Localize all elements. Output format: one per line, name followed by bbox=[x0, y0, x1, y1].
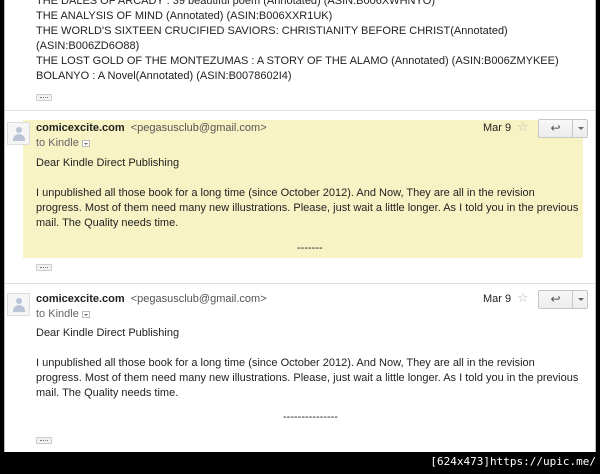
greeting: Dear Kindle Direct Publishing bbox=[36, 327, 180, 339]
sender[interactable]: comicexcite.com <pegasusclub@gmail.com> bbox=[36, 293, 267, 305]
recipient-line[interactable]: to Kindle bbox=[36, 308, 90, 320]
prev-line: THE DALES OF ARCADY : 39 beautiful poem … bbox=[36, 0, 436, 7]
show-trimmed-content-button[interactable] bbox=[36, 262, 52, 274]
reply-arrow-icon: ↩ bbox=[550, 292, 561, 306]
sender-email: <pegasusclub@gmail.com> bbox=[130, 293, 267, 305]
message-date: Mar 9 bbox=[483, 122, 512, 134]
prev-line: (ASIN:B006ZD6O88) bbox=[36, 40, 140, 52]
reply-button[interactable]: ↩ bbox=[539, 291, 573, 308]
previous-message-body: THE DALES OF ARCADY : 39 beautiful poem … bbox=[36, 0, 586, 84]
message-body: Dear Kindle Direct Publishing I unpublis… bbox=[36, 326, 581, 401]
body-paragraph: I unpublished all those book for a long … bbox=[36, 187, 579, 229]
more-actions-button[interactable] bbox=[573, 120, 588, 137]
sender[interactable]: comicexcite.com <pegasusclub@gmail.com> bbox=[36, 122, 267, 134]
reply-button-group: ↩ bbox=[538, 290, 588, 309]
details-dropdown-icon[interactable] bbox=[81, 311, 90, 318]
avatar bbox=[7, 293, 30, 316]
star-icon[interactable]: ☆ bbox=[517, 119, 529, 135]
recipient-line[interactable]: to Kindle bbox=[36, 137, 90, 149]
body-paragraph: I unpublished all those book for a long … bbox=[36, 357, 579, 399]
message-date: Mar 9 bbox=[483, 293, 512, 305]
message-1: comicexcite.com <pegasusclub@gmail.com> … bbox=[5, 110, 595, 280]
reply-button-group: ↩ bbox=[538, 119, 588, 138]
sender-email: <pegasusclub@gmail.com> bbox=[130, 122, 267, 134]
prev-line: THE ANALYSIS OF MIND (Annotated) (ASIN:B… bbox=[36, 10, 333, 22]
avatar bbox=[7, 122, 30, 145]
star-icon[interactable]: ☆ bbox=[517, 290, 529, 306]
signature: ------- bbox=[297, 242, 323, 254]
show-trimmed-content-button[interactable] bbox=[36, 435, 52, 447]
watermark: [624x473]https://upic.me/ bbox=[430, 454, 596, 470]
greeting: Dear Kindle Direct Publishing bbox=[36, 157, 180, 169]
recipient: to Kindle bbox=[36, 137, 79, 149]
ellipsis-icon bbox=[36, 437, 52, 444]
message-2: comicexcite.com <pegasusclub@gmail.com> … bbox=[5, 283, 595, 448]
recipient: to Kindle bbox=[36, 308, 79, 320]
details-dropdown-icon[interactable] bbox=[81, 140, 90, 147]
prev-line: BOLANYO : A Novel(Annotated) (ASIN:B0078… bbox=[36, 70, 292, 82]
prev-line: THE WORLD'S SIXTEEN CRUCIFIED SAVIORS: C… bbox=[36, 25, 508, 37]
sender-name: comicexcite.com bbox=[36, 122, 125, 134]
sender-name: comicexcite.com bbox=[36, 293, 125, 305]
message-body: Dear Kindle Direct Publishing I unpublis… bbox=[36, 156, 581, 231]
ellipsis-icon bbox=[36, 94, 52, 101]
email-thread: THE DALES OF ARCADY : 39 beautiful poem … bbox=[4, 0, 596, 452]
show-trimmed-content-button[interactable] bbox=[36, 92, 52, 104]
reply-button[interactable]: ↩ bbox=[539, 120, 573, 137]
signature: --------------- bbox=[283, 411, 338, 423]
ellipsis-icon bbox=[36, 264, 52, 271]
reply-arrow-icon: ↩ bbox=[550, 121, 561, 135]
more-actions-button[interactable] bbox=[573, 291, 588, 308]
prev-line: THE LOST GOLD OF THE MONTEZUMAS : A STOR… bbox=[36, 55, 559, 67]
